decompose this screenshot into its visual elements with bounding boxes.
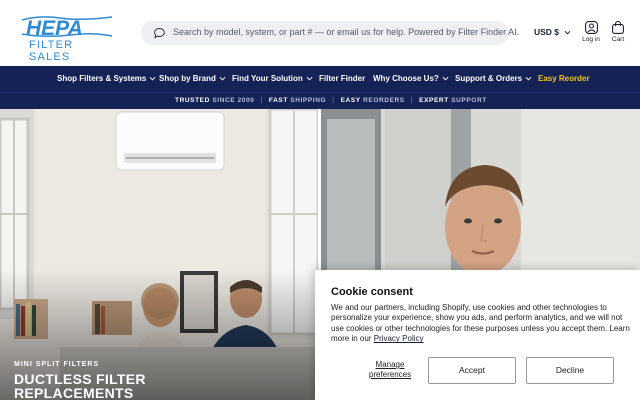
main-nav: Shop Filters & Systems Shop by Brand Fin… xyxy=(0,66,640,92)
cart-button[interactable]: Cart xyxy=(603,21,633,49)
nav-support-orders[interactable]: Support & Orders xyxy=(455,74,532,83)
trust-strong: TRUSTED xyxy=(175,97,210,104)
cookie-body: We and our partners, including Shopify, … xyxy=(331,303,631,345)
nav-shop-filters[interactable]: Shop Filters & Systems xyxy=(57,74,156,83)
accept-button[interactable]: Accept xyxy=(428,357,516,384)
nav-label: Find Your Solution xyxy=(232,74,303,83)
chevron-down-icon xyxy=(564,30,571,35)
nav-label: Support & Orders xyxy=(455,74,523,83)
trust-rest: SINCE 2000 xyxy=(212,97,255,104)
trust-strong: EASY xyxy=(340,97,361,104)
privacy-policy-link[interactable]: Privacy Policy xyxy=(374,334,424,343)
svg-text:HEPA: HEPA xyxy=(26,17,83,40)
currency-selector[interactable]: USD $ xyxy=(534,27,571,37)
hero-title-line: DUCTLESS FILTER xyxy=(14,371,146,387)
trust-strong: EXPERT xyxy=(419,97,449,104)
chevron-down-icon xyxy=(219,76,226,81)
user-icon xyxy=(584,21,598,34)
trust-divider: | xyxy=(332,97,335,104)
trust-items: TRUSTED SINCE 2000 | FAST SHIPPING | EAS… xyxy=(175,97,487,104)
trust-divider: | xyxy=(410,97,414,104)
logo-subtitle: FILTER SALES xyxy=(29,39,74,63)
nav-why-choose-us[interactable]: Why Choose Us? xyxy=(373,74,449,83)
nav-easy-reorder[interactable]: Easy Reorder xyxy=(538,74,590,83)
search-placeholder: Search by model, system, or part # — or … xyxy=(173,27,520,37)
cart-icon xyxy=(612,21,624,34)
chevron-down-icon xyxy=(442,76,449,81)
nav-shop-by-brand[interactable]: Shop by Brand xyxy=(159,74,226,83)
search-icon xyxy=(154,27,165,39)
hero-banner-mini-split[interactable] xyxy=(0,109,318,400)
nav-label: Shop Filters & Systems xyxy=(57,74,147,83)
trust-bar: TRUSTED SINCE 2000 | FAST SHIPPING | EAS… xyxy=(0,92,640,109)
trust-rest: SHIPPING xyxy=(290,97,327,104)
trust-divider: | xyxy=(260,97,263,104)
site-header: HEPA FILTER SALES Search by model, syste… xyxy=(0,0,640,66)
login-button[interactable]: Log in xyxy=(576,21,606,49)
chevron-down-icon xyxy=(306,76,313,81)
nav-label: Easy Reorder xyxy=(538,74,590,83)
decline-button[interactable]: Decline xyxy=(526,357,614,384)
cookie-consent-banner: Cookie consent We and our partners, incl… xyxy=(315,270,640,400)
trust-strong: FAST xyxy=(268,97,288,104)
login-label: Log in xyxy=(582,36,600,43)
nav-find-solution[interactable]: Find Your Solution xyxy=(232,74,313,83)
nav-label: Why Choose Us? xyxy=(373,74,439,83)
nav-label: Shop by Brand xyxy=(159,74,216,83)
currency-label: USD $ xyxy=(534,27,560,37)
living-room-photo xyxy=(0,109,318,400)
hepa-logo-mark: HEPA xyxy=(21,16,113,40)
hero-title-line: REPLACEMENTS xyxy=(14,385,134,400)
cart-label: Cart xyxy=(611,36,625,43)
cookie-title: Cookie consent xyxy=(331,286,413,298)
chevron-down-icon xyxy=(149,76,156,81)
nav-label: Filter Finder xyxy=(319,74,366,83)
trust-rest: REORDERS xyxy=(363,97,405,104)
nav-filter-finder[interactable]: Filter Finder xyxy=(319,74,365,83)
hepa-logo[interactable]: HEPA FILTER SALES xyxy=(20,14,116,63)
trust-rest: SUPPORT xyxy=(451,97,487,104)
chevron-down-icon xyxy=(525,76,532,81)
search-input[interactable]: Search by model, system, or part # — or … xyxy=(141,21,519,45)
hero-title: DUCTLESS FILTER REPLACEMENTS xyxy=(14,372,146,400)
hero-tag: MINI SPLIT FILTERS xyxy=(14,361,100,368)
